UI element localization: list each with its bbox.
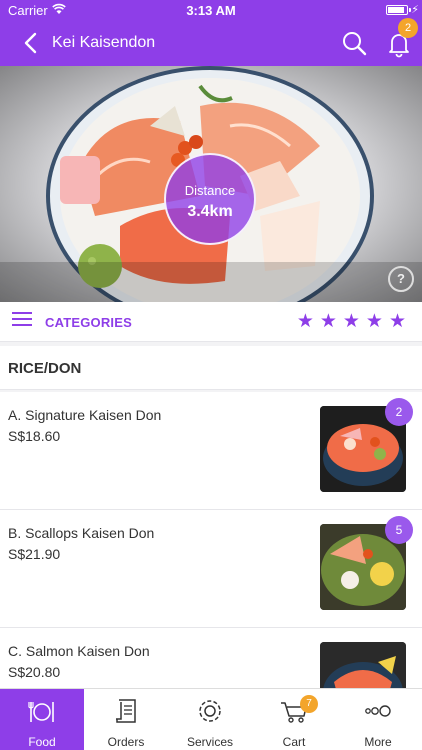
tab-label: Food (28, 735, 56, 749)
back-button[interactable] (18, 29, 46, 57)
tab-label: Cart (282, 735, 306, 749)
tab-food[interactable]: Food (0, 689, 84, 750)
categories-button[interactable]: CATEGORIES (45, 315, 132, 330)
more-icon (365, 705, 391, 717)
menu-item-name: C. Salmon Kaisen Don (8, 643, 150, 659)
chevron-left-icon (24, 32, 37, 54)
distance-value: 3.4km (187, 203, 233, 220)
distance-label: Distance (184, 183, 236, 198)
orders-icon (116, 699, 136, 723)
tab-label: Services (186, 735, 233, 749)
search-button[interactable] (340, 29, 368, 57)
cart-count-badge: 7 (300, 695, 318, 713)
menu-item[interactable]: B. Scallops Kaisen Don S$21.90 5 (0, 510, 422, 628)
section-title: RICE/DON (8, 360, 82, 377)
distance-badge: Distance 3.4km (164, 153, 256, 245)
list-menu-icon[interactable] (12, 312, 32, 330)
tab-bar: Food Orders Services 7 Cart More (0, 688, 422, 750)
tab-orders[interactable]: Orders (84, 689, 168, 750)
menu-item[interactable]: A. Signature Kaisen Don S$18.60 2 (0, 392, 422, 510)
menu-item-name: A. Signature Kaisen Don (8, 407, 162, 423)
menu-item-price: S$21.90 (8, 546, 61, 562)
tab-label: Orders (107, 735, 145, 749)
menu-item-name: B. Scallops Kaisen Don (8, 525, 155, 541)
status-bar: Carrier 3:13 AM ⚡ (0, 0, 422, 20)
quantity-badge: 5 (385, 516, 413, 544)
tab-label: More (364, 735, 392, 749)
restaurant-title: Kei Kaisendon (52, 34, 156, 51)
tab-services[interactable]: Services (168, 689, 252, 750)
tab-more[interactable]: More (336, 689, 420, 750)
distance-ring (164, 153, 256, 245)
services-icon (199, 700, 221, 722)
section-header: RICE/DON (0, 346, 422, 390)
quantity-badge: 2 (385, 398, 413, 426)
food-icon (28, 702, 54, 722)
categories-bar: CATEGORIES ★★★★★ (0, 302, 422, 342)
nav-bar: Kei Kaisendon 2 (0, 18, 422, 66)
restaurant-hero-image: Distance 3.4km ? (0, 66, 422, 302)
menu-item-price: S$18.60 (8, 428, 61, 444)
battery-icon (386, 5, 408, 15)
help-bubble-icon[interactable]: ? (388, 266, 414, 292)
clock: 3:13 AM (186, 3, 236, 18)
tab-cart[interactable]: 7 Cart (252, 689, 336, 750)
menu-item-price: S$20.80 (8, 664, 61, 680)
search-icon (343, 32, 367, 56)
rating-stars-icon: ★★★★★ (296, 311, 412, 332)
notification-badge: 2 (398, 18, 418, 38)
charging-icon: ⚡ (411, 4, 419, 16)
